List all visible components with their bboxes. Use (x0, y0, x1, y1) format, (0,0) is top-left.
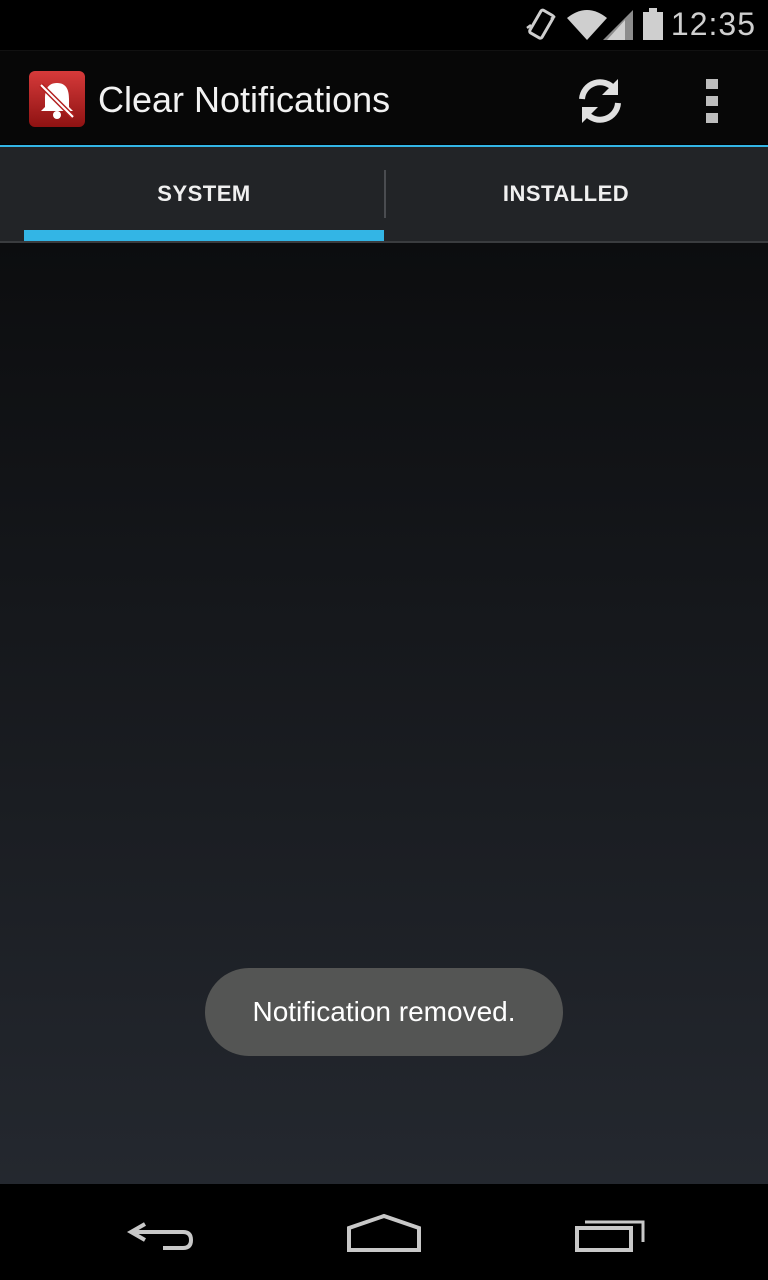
home-button[interactable] (339, 1202, 429, 1262)
back-button[interactable] (115, 1202, 205, 1262)
action-bar: Clear Notifications (0, 50, 768, 148)
toast-message: Notification removed. (205, 968, 563, 1056)
recents-button[interactable] (565, 1202, 655, 1262)
recents-icon (575, 1220, 645, 1252)
app-title: Clear Notifications (98, 79, 391, 120)
overflow-menu-icon (706, 79, 718, 123)
back-icon (126, 1222, 194, 1250)
refresh-button[interactable] (572, 73, 628, 129)
navigation-bar (0, 1184, 768, 1280)
overflow-menu-button[interactable] (690, 71, 734, 131)
signal-icon (603, 10, 633, 40)
vibrate-icon (526, 8, 556, 40)
status-bar: 12:35 (0, 0, 768, 50)
home-icon (347, 1213, 421, 1252)
bell-off-icon (39, 83, 75, 119)
tab-selected-indicator (24, 230, 384, 241)
tab-installed[interactable]: INSTALLED (386, 147, 746, 241)
battery-icon (643, 8, 663, 40)
app-icon[interactable] (29, 71, 85, 127)
wifi-icon (567, 10, 607, 40)
refresh-icon (579, 79, 621, 123)
tab-bar: SYSTEM INSTALLED (0, 147, 768, 243)
tab-system[interactable]: SYSTEM (24, 147, 384, 241)
status-time: 12:35 (670, 6, 756, 42)
